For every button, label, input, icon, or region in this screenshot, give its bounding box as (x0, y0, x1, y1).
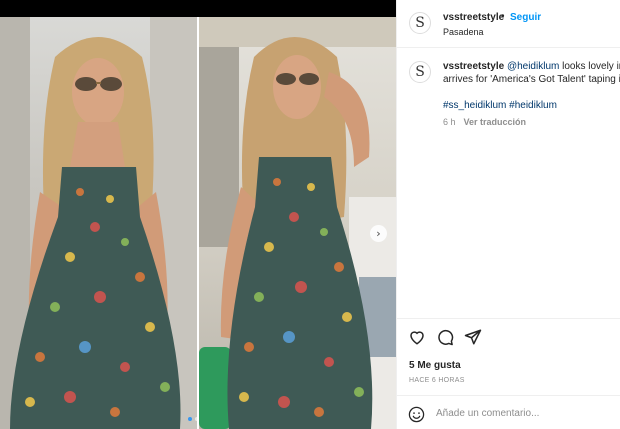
share-icon[interactable] (464, 328, 482, 346)
woman-photo-right (199, 17, 396, 429)
see-translation-button[interactable]: Ver traducción (464, 117, 527, 127)
comment-icon[interactable] (436, 328, 454, 346)
heart-icon[interactable] (408, 328, 426, 346)
post-timestamp: HACE 6 HORAS (409, 377, 465, 384)
woman-photo-left (0, 17, 197, 429)
caption-avatar[interactable]: S (409, 61, 431, 83)
caption-line-2: arrives for 'America's Got Talent' tapin… (443, 74, 620, 85)
post-photo-2 (199, 17, 396, 429)
comment-input[interactable] (436, 408, 606, 419)
caption-username[interactable]: vsstreetstyle (443, 61, 504, 72)
caption-text: vsstreetstyle @heidiklum looks lovely in… (443, 60, 620, 86)
instagram-post-window: › S vsstreetstyle • Seguir Pasadena S vs… (0, 0, 620, 429)
comment-bar (397, 395, 620, 429)
username-link[interactable]: vsstreetstyle (443, 12, 504, 23)
post-media-carousel[interactable]: › (0, 17, 396, 429)
carousel-dot-active (188, 417, 192, 421)
follow-button[interactable]: Seguir (510, 12, 541, 23)
hashtags[interactable]: #ss_heidiklum #heidiklum (443, 100, 557, 111)
location-link[interactable]: Pasadena (443, 27, 484, 37)
caption-time: 6 h (443, 117, 456, 127)
avatar[interactable]: S (409, 12, 431, 34)
next-slide-button[interactable]: › (370, 225, 387, 242)
caption-line-1: vsstreetstyle @heidiklum looks lovely in (443, 60, 620, 73)
caption-meta: 6 h Ver traducción (443, 117, 526, 127)
caption-line-1-rest: looks lovely in (559, 61, 620, 72)
post-actions: 5 Me gusta HACE 6 HORAS (397, 318, 620, 429)
avatar-letter: S (415, 64, 425, 80)
chevron-right-icon: › (376, 227, 381, 240)
separator-dot: • (501, 11, 505, 22)
likes-count[interactable]: 5 Me gusta (409, 360, 461, 371)
emoji-icon[interactable] (408, 406, 425, 423)
post-header: S vsstreetstyle • Seguir Pasadena (397, 0, 620, 48)
carousel-dot (195, 417, 199, 421)
post-photo-1 (0, 17, 197, 429)
post-details-panel: S vsstreetstyle • Seguir Pasadena S vsst… (396, 0, 620, 429)
mention-link[interactable]: @heidiklum (507, 61, 559, 72)
carousel-indicator (188, 417, 199, 421)
avatar-letter: S (415, 15, 425, 31)
